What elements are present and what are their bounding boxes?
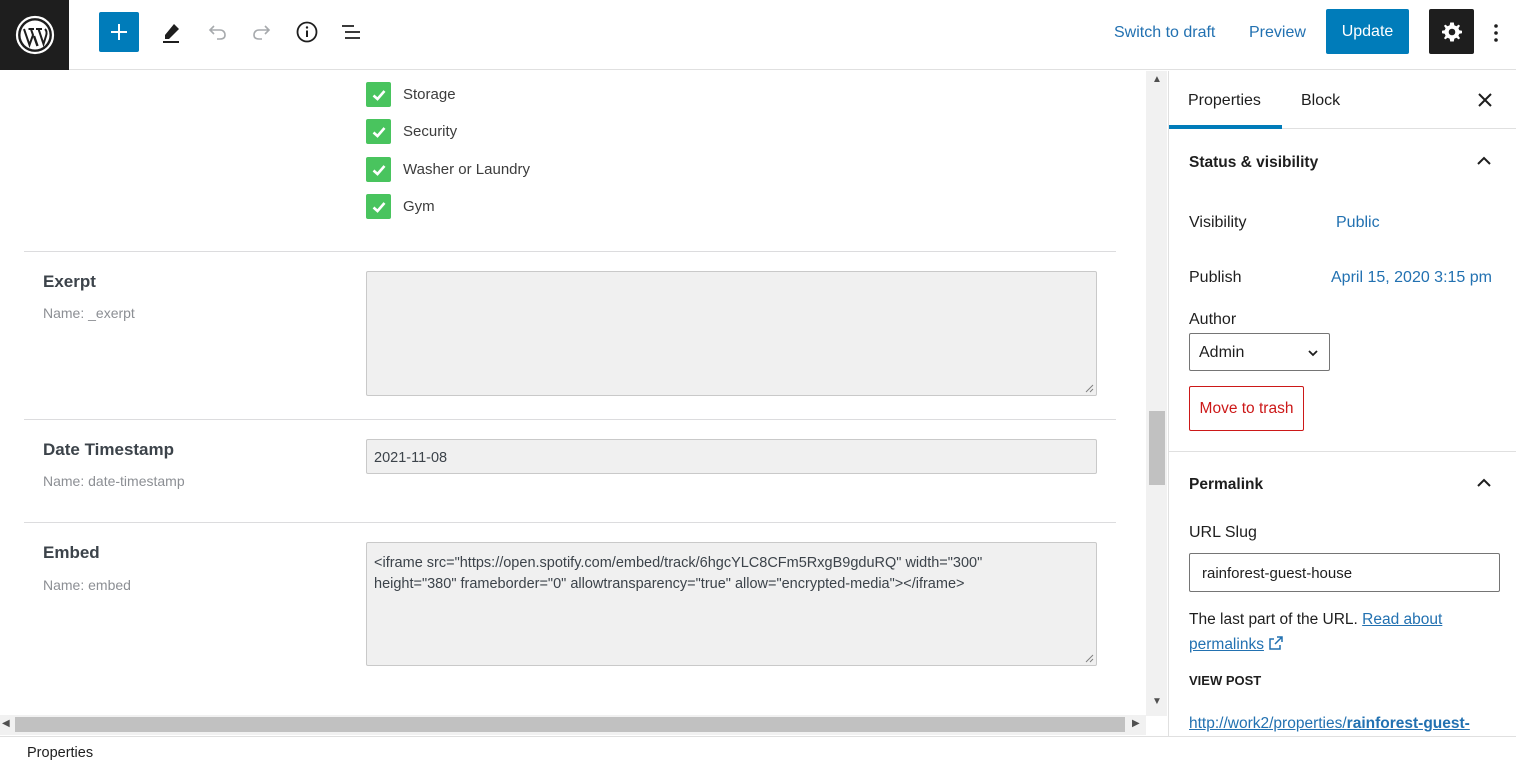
gear-icon <box>1441 22 1462 41</box>
permalink-help-text: The last part of the URL. Read about per… <box>1189 607 1489 657</box>
settings-sidebar: Properties Block Status & visibility Vis… <box>1168 71 1516 736</box>
publish-label: Publish <box>1189 269 1242 286</box>
author-selected-value: Admin <box>1199 344 1245 361</box>
embed-label: Embed <box>43 543 100 562</box>
field-divider <box>24 419 1116 420</box>
redo-button[interactable] <box>242 12 282 52</box>
publish-date-link[interactable]: April 15, 2020 3:15 pm <box>1331 269 1492 287</box>
chevron-up-icon[interactable] <box>1474 151 1494 171</box>
visibility-label: Visibility <box>1189 214 1247 231</box>
tools-button[interactable] <box>151 12 191 52</box>
pencil-icon <box>163 24 179 43</box>
tab-block[interactable]: Block <box>1301 92 1340 110</box>
url-slug-label: URL Slug <box>1189 524 1257 541</box>
editor-header: Switch to draft Preview Update <box>0 0 1516 70</box>
undo-button[interactable] <box>197 12 237 52</box>
switch-to-draft-link[interactable]: Switch to draft <box>1114 24 1215 42</box>
list-view-icon <box>342 25 360 39</box>
embed-name: Name: embed <box>43 577 131 593</box>
settings-button[interactable] <box>1429 9 1474 54</box>
resize-handle-icon[interactable] <box>1084 383 1094 393</box>
tab-properties[interactable]: Properties <box>1188 92 1261 110</box>
external-link-icon <box>1269 636 1283 650</box>
editor-content: Storage Security Washer or Laundry Gym E… <box>0 71 1146 716</box>
checkbox-storage[interactable]: Storage <box>366 82 456 107</box>
resize-handle-icon[interactable] <box>1084 653 1094 663</box>
embed-value: <iframe src="https://open.spotify.com/em… <box>374 555 983 592</box>
visibility-value-link[interactable]: Public <box>1336 214 1380 232</box>
scroll-up-arrow-icon[interactable]: ▲ <box>1152 74 1162 85</box>
checkbox-checked-icon[interactable] <box>366 119 391 144</box>
checkbox-checked-icon[interactable] <box>366 82 391 107</box>
status-visibility-title[interactable]: Status & visibility <box>1189 154 1318 172</box>
author-select[interactable]: Admin <box>1189 333 1330 371</box>
wordpress-icon <box>15 15 54 55</box>
date-timestamp-name: Name: date-timestamp <box>43 473 185 489</box>
breadcrumb-properties[interactable]: Properties <box>27 745 93 761</box>
scroll-down-arrow-icon[interactable]: ▼ <box>1152 696 1162 707</box>
date-timestamp-label: Date Timestamp <box>43 440 175 459</box>
sidebar-tabs: Properties Block <box>1169 71 1516 129</box>
preview-link[interactable]: Preview <box>1249 24 1306 42</box>
checkbox-label: Gym <box>403 198 435 215</box>
move-to-trash-button[interactable]: Move to trash <box>1189 386 1304 431</box>
plus-icon <box>111 24 127 40</box>
checkbox-security[interactable]: Security <box>366 119 457 144</box>
checkbox-label: Washer or Laundry <box>403 161 531 178</box>
info-icon <box>296 21 318 43</box>
field-divider <box>24 251 1116 252</box>
wordpress-logo-icon[interactable] <box>0 0 69 70</box>
help-text-prefix: The last part of the URL. <box>1189 611 1358 628</box>
redo-icon <box>253 25 271 40</box>
checkbox-label: Storage <box>403 86 456 103</box>
permalink-title[interactable]: Permalink <box>1189 476 1263 494</box>
view-post-url-link[interactable]: http://work2/properties/rainforest-guest… <box>1189 715 1470 733</box>
scroll-left-arrow-icon[interactable]: ◀ <box>2 718 10 729</box>
update-button[interactable]: Update <box>1326 9 1409 54</box>
active-tab-indicator <box>1169 125 1282 129</box>
checkbox-washer-or-laundry[interactable]: Washer or Laundry <box>366 157 530 182</box>
list-view-button[interactable] <box>331 12 371 52</box>
embed-textarea[interactable]: <iframe src="https://open.spotify.com/em… <box>366 542 1097 666</box>
vertical-scrollbar-thumb[interactable] <box>1149 411 1165 485</box>
view-post-label: VIEW POST <box>1189 673 1262 688</box>
scroll-right-arrow-icon[interactable]: ▶ <box>1132 718 1140 729</box>
checkbox-gym[interactable]: Gym <box>366 194 435 219</box>
chevron-down-icon <box>1308 350 1318 357</box>
chevron-up-icon[interactable] <box>1474 473 1494 493</box>
horizontal-scrollbar-thumb[interactable] <box>15 717 1125 732</box>
date-timestamp-input[interactable]: 2021-11-08 <box>366 439 1097 474</box>
editor-footer: Properties <box>0 736 1516 762</box>
field-divider <box>24 522 1116 523</box>
author-label: Author <box>1189 311 1237 328</box>
details-button[interactable] <box>287 12 327 52</box>
panel-divider <box>1169 451 1516 452</box>
checkbox-checked-icon[interactable] <box>366 157 391 182</box>
more-vertical-icon <box>1494 24 1498 42</box>
exerpt-textarea[interactable] <box>366 271 1097 396</box>
checkbox-label: Security <box>403 123 458 140</box>
url-slug-input[interactable]: rainforest-guest-house <box>1189 553 1500 592</box>
add-block-button[interactable] <box>99 12 139 52</box>
more-options-button[interactable] <box>1486 18 1506 48</box>
close-icon[interactable] <box>1474 89 1496 111</box>
checkbox-checked-icon[interactable] <box>366 194 391 219</box>
exerpt-name: Name: _exerpt <box>43 305 135 321</box>
undo-icon <box>208 25 226 40</box>
exerpt-label: Exerpt <box>43 272 96 291</box>
vertical-scrollbar[interactable] <box>1146 71 1167 716</box>
